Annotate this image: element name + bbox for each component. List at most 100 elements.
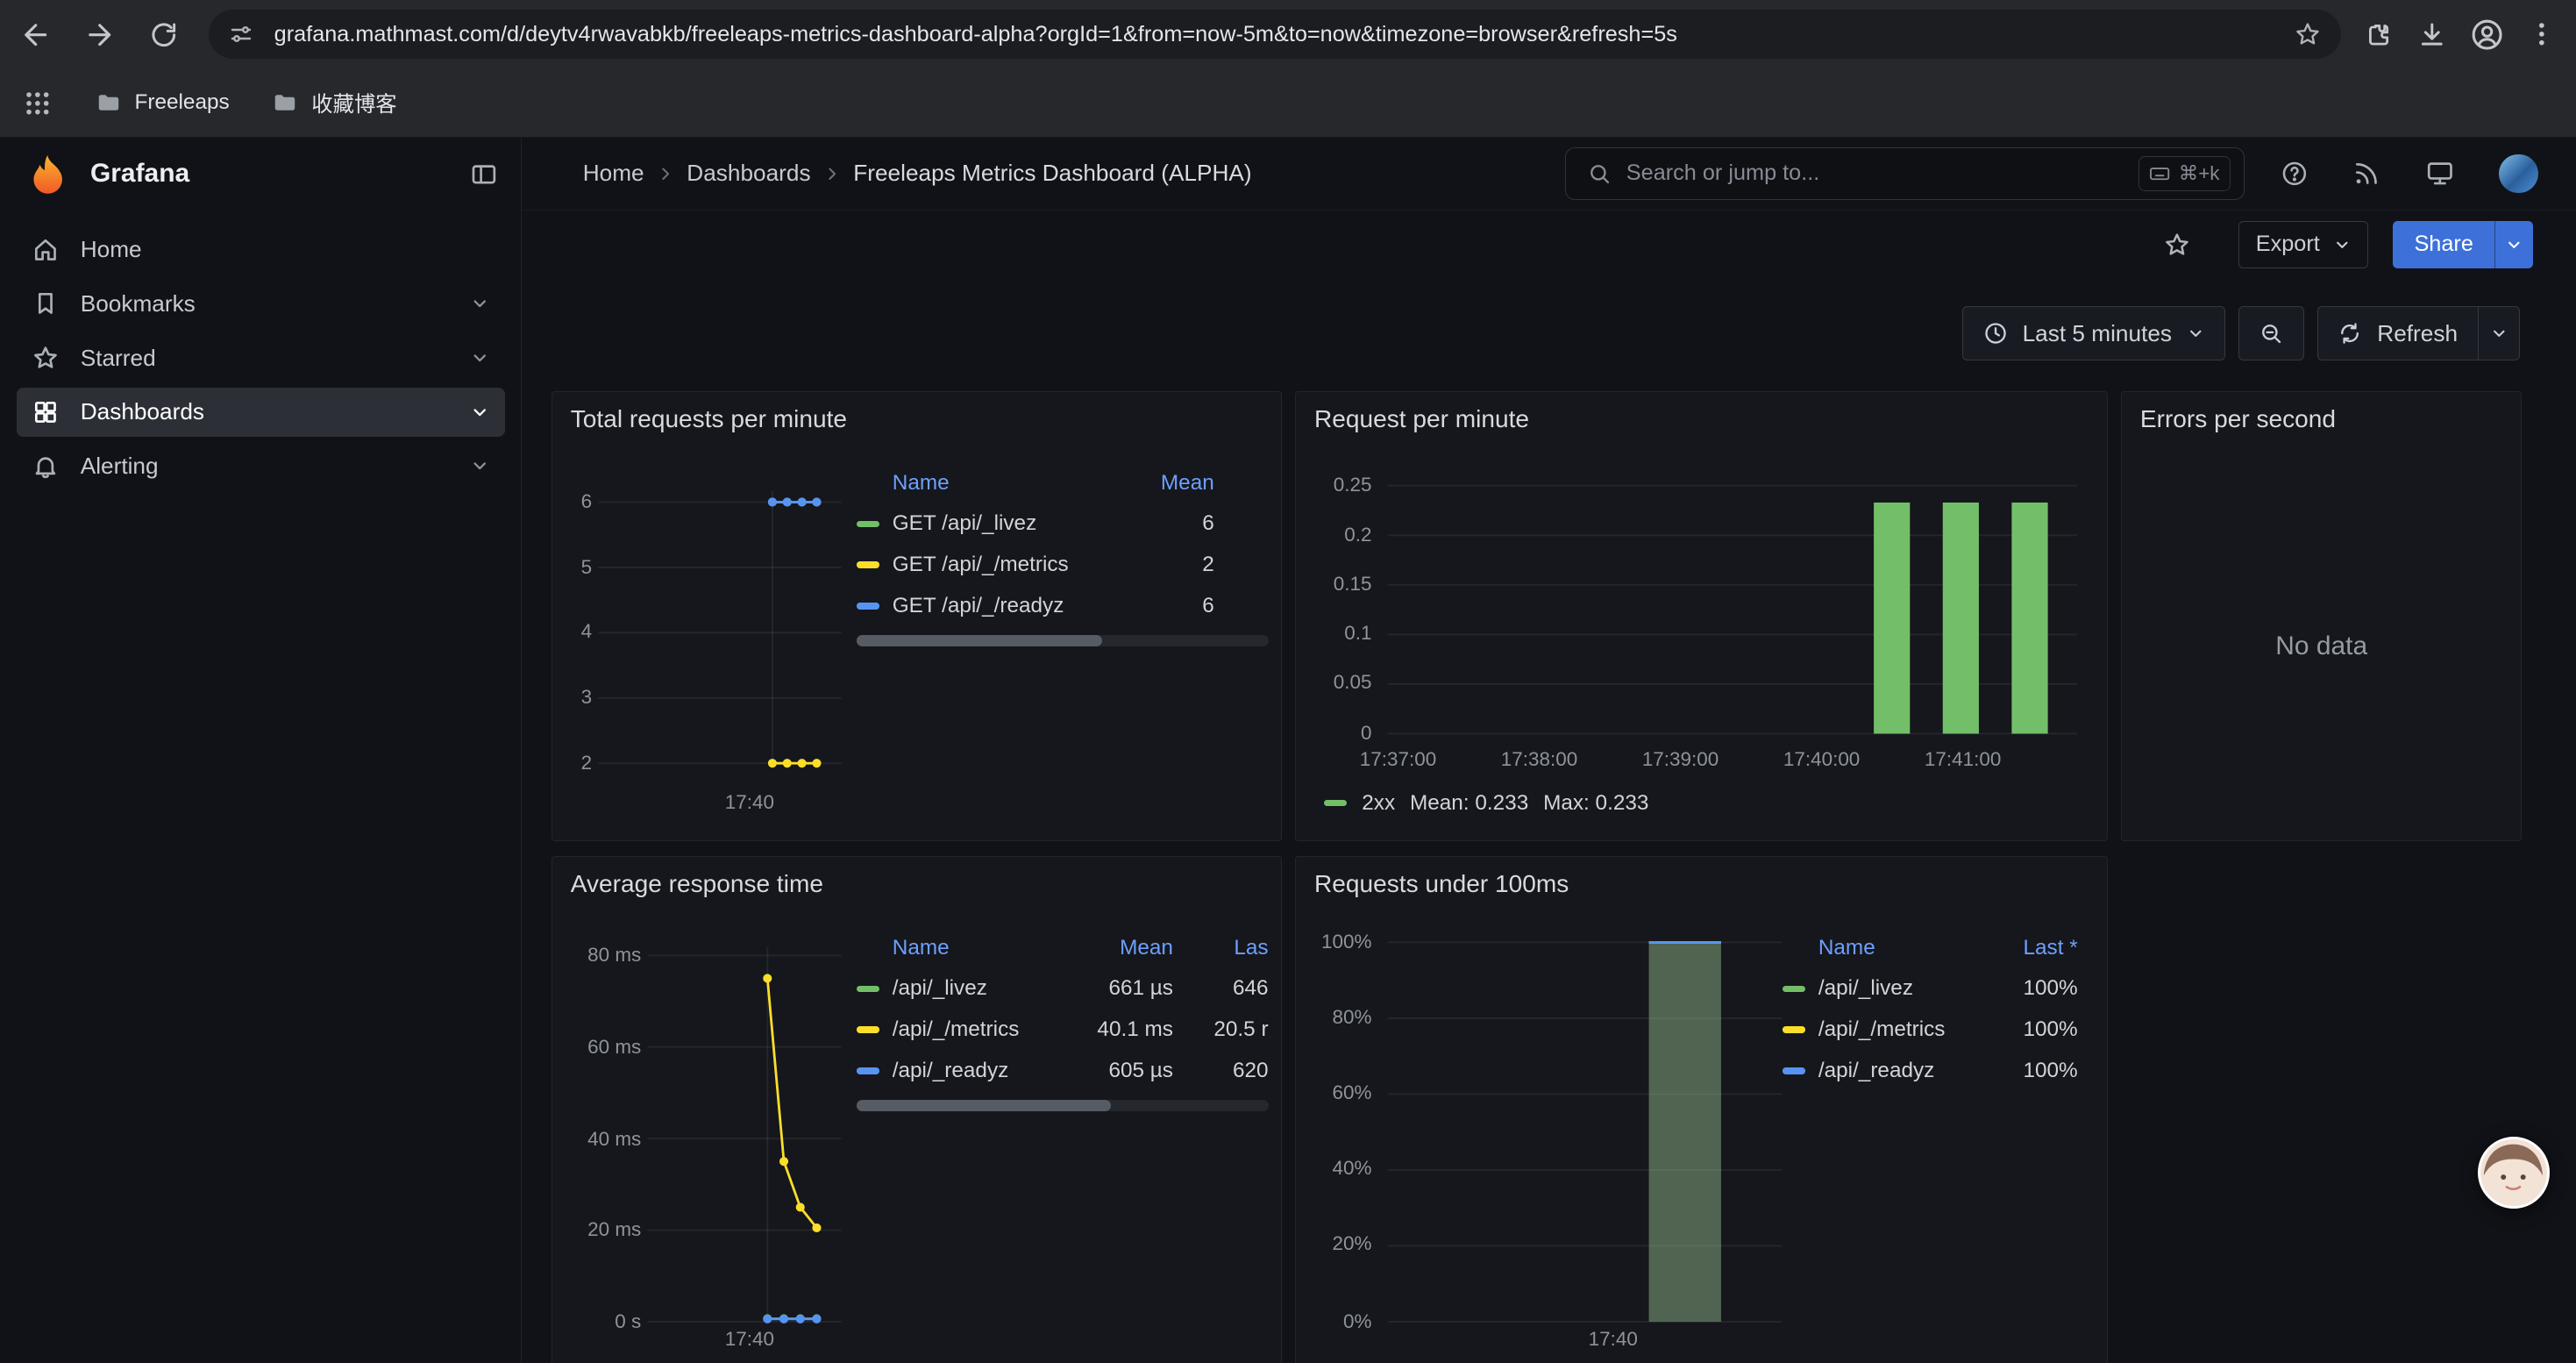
series-name[interactable]: GET /api/_/metrics (893, 553, 1142, 577)
legend-row: /api/_readyz 605 µs 620 (857, 1051, 1269, 1092)
bookmark-folder-blogs[interactable]: 收藏博客 (272, 88, 396, 118)
panel-title[interactable]: Request per minute (1314, 405, 1529, 433)
forward-button[interactable] (72, 6, 128, 62)
bookmark-icon (32, 289, 60, 318)
series-swatch (857, 1067, 879, 1074)
chevron-down-icon[interactable] (470, 403, 489, 422)
user-avatar[interactable] (2499, 154, 2538, 194)
scrollbar-thumb[interactable] (857, 635, 1103, 646)
series-swatch (857, 986, 879, 992)
y-tick: 0.25 (1296, 472, 1371, 498)
bookmark-folder-freeleaps[interactable]: Freeleaps (96, 89, 230, 116)
refresh-button[interactable]: Refresh (2318, 307, 2478, 360)
y-tick: 20 ms (552, 1217, 641, 1243)
chevron-down-icon (2187, 325, 2205, 343)
series-max: Max: 0.233 (1543, 791, 1648, 816)
series-name[interactable]: /api/_readyz (1818, 1059, 1993, 1083)
y-tick: 3 (552, 684, 592, 710)
series-name[interactable]: /api/_/metrics (1818, 1017, 1993, 1042)
dock-sidebar-icon[interactable] (470, 161, 498, 189)
chevron-down-icon[interactable] (470, 294, 489, 313)
favorite-star-icon[interactable] (2163, 231, 2191, 259)
sidebar-item-starred[interactable]: Starred (17, 333, 505, 382)
series-name[interactable]: /api/_livez (1818, 976, 1993, 1001)
series-last: 620 (1173, 1059, 1269, 1083)
bookmarks-bar: Freeleaps 收藏博客 (0, 69, 2576, 139)
y-tick: 60% (1296, 1080, 1371, 1106)
back-button[interactable] (8, 6, 64, 62)
chevron-down-icon[interactable] (470, 456, 489, 475)
series-name[interactable]: /api/_livez (893, 976, 1092, 1001)
help-icon[interactable] (2281, 160, 2309, 188)
panel-title[interactable]: Average response time (571, 870, 823, 898)
sidebar-item-home[interactable]: Home (17, 225, 505, 275)
reload-button[interactable] (136, 6, 192, 62)
profile-icon[interactable] (2469, 17, 2505, 53)
share-button[interactable]: Share (2393, 221, 2494, 268)
series-last: 646 (1173, 976, 1269, 1001)
sidebar-item-dashboards[interactable]: Dashboards (17, 388, 505, 437)
breadcrumb-home[interactable]: Home (583, 160, 644, 187)
legend-header-name[interactable]: Name (893, 471, 1142, 496)
y-tick: 0 (1296, 720, 1371, 746)
y-tick: 100% (1296, 929, 1371, 955)
time-range-picker[interactable]: Last 5 minutes (1962, 306, 2225, 360)
menu-kebab-icon[interactable] (2527, 19, 2557, 49)
series-last: 100% (1992, 976, 2077, 1001)
series-name[interactable]: /api/_readyz (893, 1059, 1092, 1083)
zoom-out-button[interactable] (2238, 306, 2304, 360)
folder-icon (96, 89, 122, 116)
search-input[interactable] (1626, 161, 2138, 186)
search-bar[interactable]: ⌘+k (1565, 147, 2245, 200)
y-tick: 0% (1296, 1309, 1371, 1335)
legend-table: Name Last * /api/_livez 100% /api/_/metr… (1783, 929, 2098, 1091)
apps-grid-icon[interactable] (23, 89, 53, 118)
share-dropdown-button[interactable] (2494, 221, 2533, 268)
time-controls: Last 5 minutes Refresh (522, 301, 2575, 367)
panel-title[interactable]: Requests under 100ms (1314, 870, 1569, 898)
scrollbar-thumb[interactable] (857, 1100, 1111, 1111)
share-label: Share (2414, 232, 2473, 257)
rss-icon[interactable] (2352, 160, 2380, 188)
monitor-icon[interactable] (2425, 159, 2455, 189)
series-name[interactable]: GET /api/_/readyz (893, 594, 1142, 618)
site-info-icon[interactable] (228, 21, 254, 47)
url-input[interactable] (274, 22, 2274, 47)
sidebar-item-bookmarks[interactable]: Bookmarks (17, 279, 505, 328)
legend-header-name[interactable]: Name (893, 936, 1092, 960)
y-tick: 40 ms (552, 1126, 641, 1152)
y-tick: 0.2 (1296, 522, 1371, 548)
sidebar: Grafana Home Bookmarks Starred (0, 138, 522, 1363)
sidebar-item-alerting[interactable]: Alerting (17, 442, 505, 491)
back-arrow-icon (19, 18, 52, 51)
series-name[interactable]: /api/_/metrics (893, 1017, 1092, 1042)
y-tick: 4 (552, 618, 592, 645)
export-button[interactable]: Export (2238, 221, 2368, 268)
url-bar[interactable] (209, 10, 2342, 59)
home-icon (32, 236, 60, 264)
legend-header-name[interactable]: Name (1818, 936, 1993, 960)
panel-title[interactable]: Total requests per minute (571, 405, 847, 433)
legend-scrollbar[interactable] (857, 635, 1269, 646)
bookmark-star-icon[interactable] (2294, 20, 2322, 48)
breadcrumb-dashboards[interactable]: Dashboards (687, 160, 810, 187)
chevron-down-icon[interactable] (470, 348, 489, 368)
series-swatch (1783, 1026, 1805, 1032)
refresh-interval-dropdown[interactable] (2478, 307, 2520, 360)
downloads-icon[interactable] (2416, 19, 2448, 51)
refresh-label: Refresh (2377, 320, 2458, 347)
grafana-logo[interactable] (26, 153, 69, 196)
panel-title[interactable]: Errors per second (2140, 405, 2336, 433)
sidebar-item-label: Bookmarks (81, 290, 471, 318)
extensions-icon[interactable] (2364, 19, 2395, 51)
legend-scrollbar[interactable] (857, 1100, 1269, 1111)
assistant-avatar[interactable] (2478, 1137, 2550, 1209)
no-data-message: No data (2122, 632, 2521, 661)
series-name[interactable]: GET /api/_livez (893, 511, 1142, 536)
legend-header-mean[interactable]: Mean (1091, 936, 1173, 960)
legend-header-last[interactable]: Las (1173, 936, 1269, 960)
legend-header-mean[interactable]: Mean (1142, 471, 1213, 496)
legend-row: /api/_/metrics 100% (1783, 1010, 2098, 1051)
legend-header-last[interactable]: Last * (1992, 936, 2077, 960)
series-name[interactable]: 2xx (1362, 791, 1395, 816)
